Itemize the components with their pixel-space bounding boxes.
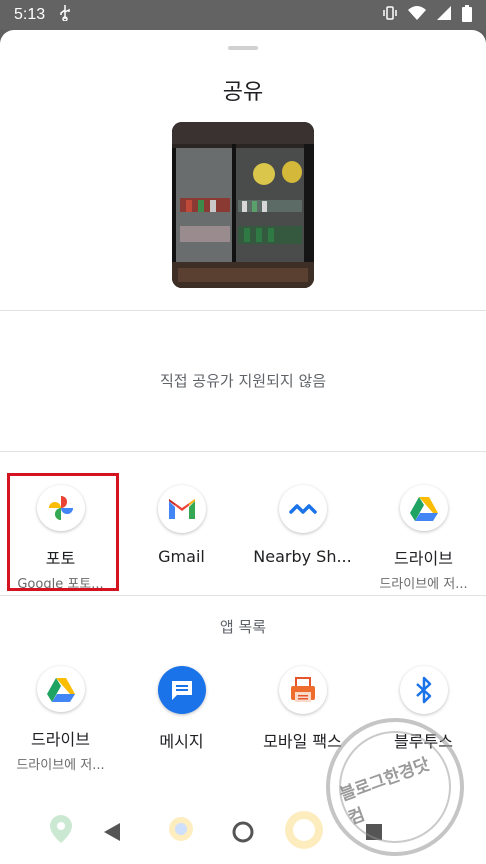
app-target-nearby-share[interactable]: Nearby Sh... — [242, 473, 363, 591]
highlight-box — [7, 473, 119, 591]
vibrate-icon — [382, 5, 398, 25]
nearby-share-icon — [278, 485, 327, 533]
status-bar: 5:13 — [0, 0, 486, 30]
share-sheet: 공유 직접 공유가 지원되지 않음 포토 Google 포토... Gmail … — [0, 30, 486, 864]
app-sublabel: 드라이브에 저... — [379, 576, 468, 591]
app-target-drive[interactable]: 드라이브 드라이브에 저... — [363, 473, 484, 591]
google-drive-icon — [36, 666, 85, 713]
drag-handle[interactable] — [228, 46, 258, 50]
fax-icon — [278, 666, 327, 714]
app-target-drive[interactable]: 드라이브 드라이브에 저... — [0, 654, 121, 772]
app-target-messages[interactable]: 메시지 — [121, 654, 242, 772]
back-icon[interactable] — [102, 821, 122, 847]
battery-icon — [462, 4, 472, 26]
app-sublabel: 드라이브에 저... — [16, 757, 105, 772]
app-label: 메시지 — [159, 732, 204, 751]
usb-icon — [59, 5, 71, 25]
divider — [0, 451, 486, 452]
app-label: 드라이브 — [31, 730, 90, 750]
messages-icon — [157, 666, 206, 714]
bluetooth-icon — [399, 666, 448, 714]
sheet-title: 공유 — [222, 80, 264, 105]
divider — [0, 310, 486, 311]
app-label: Gmail — [158, 547, 205, 566]
app-target-gmail[interactable]: Gmail — [121, 473, 242, 591]
shared-image-preview — [172, 122, 314, 288]
app-list-title: 앱 목록 — [219, 618, 267, 636]
status-time: 5:13 — [14, 6, 46, 23]
status-icons — [382, 4, 472, 26]
wifi-icon — [408, 5, 426, 25]
app-label: 드라이브 — [394, 549, 453, 569]
app-label: 모바일 팩스 — [263, 732, 342, 751]
app-label: Nearby Sh... — [253, 547, 352, 566]
no-direct-share-message: 직접 공유가 지원되지 않음 — [159, 372, 327, 390]
signal-icon — [436, 5, 452, 25]
google-drive-icon — [399, 485, 448, 532]
divider — [0, 595, 486, 596]
gmail-icon — [157, 485, 206, 533]
home-icon[interactable] — [232, 821, 254, 847]
